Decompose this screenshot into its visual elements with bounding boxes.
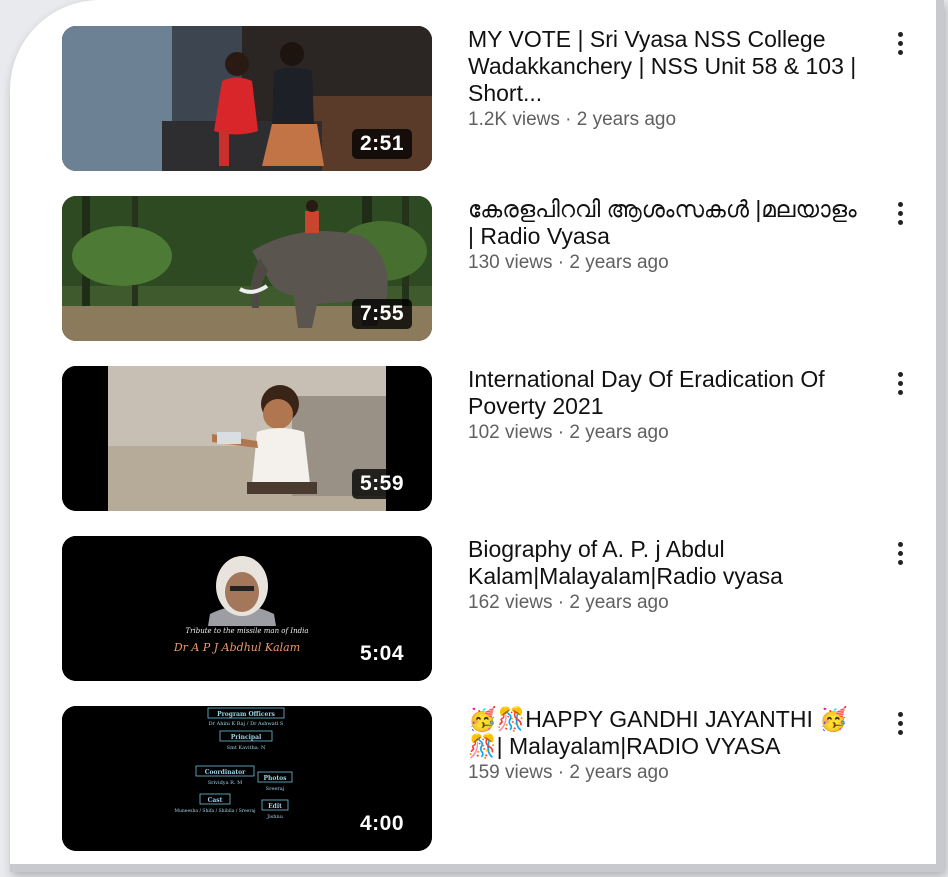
- credit-line: Dr Ahini K Raj / Dr Ashwati S: [209, 721, 284, 727]
- video-views: 102 views: [468, 422, 553, 443]
- video-age: 2 years ago: [569, 252, 669, 273]
- video-item[interactable]: 7:55 കേരളപിറവി ആശംസകൾ |മലയാളം | Radio Vy…: [62, 196, 912, 341]
- video-thumbnail[interactable]: 7:55: [62, 196, 432, 341]
- video-views: 159 views: [468, 762, 553, 783]
- meta-separator: ·: [552, 422, 570, 443]
- credit-heading: Principal: [231, 734, 262, 741]
- video-views: 1.2K views: [468, 109, 560, 130]
- more-options-icon[interactable]: [888, 708, 912, 738]
- thumbnail-name: Dr A P J Abdhul Kalam: [173, 641, 300, 654]
- credit-heading: Program Officers: [217, 711, 275, 718]
- video-meta: 1.2K views · 2 years ago: [468, 109, 858, 131]
- credit-heading: Cast: [208, 797, 223, 804]
- video-views: 130 views: [468, 252, 553, 273]
- video-meta: 162 views · 2 years ago: [468, 592, 858, 614]
- credit-heading: Coordinator: [205, 769, 246, 776]
- credit-line: Jishnu: [266, 814, 284, 820]
- video-age: 2 years ago: [569, 422, 669, 443]
- video-info: International Day Of Eradication Of Pove…: [468, 366, 858, 444]
- credit-line: Muneesha / Shifa / Shibila / Sreeraj: [174, 808, 255, 814]
- meta-separator: ·: [552, 252, 570, 273]
- video-meta: 130 views · 2 years ago: [468, 252, 858, 274]
- video-thumbnail[interactable]: Program Officers Dr Ahini K Raj / Dr Ash…: [62, 706, 432, 851]
- video-thumbnail[interactable]: Tribute to the missile man of India Dr A…: [62, 536, 432, 681]
- credit-line: Smt Kavitha. N: [227, 745, 266, 751]
- video-title[interactable]: 🥳🎊HAPPY GANDHI JAYANTHI 🥳🎊| Malayalam|RA…: [468, 706, 858, 760]
- more-options-icon[interactable]: [888, 368, 912, 398]
- video-thumbnail[interactable]: 2:51: [62, 26, 432, 171]
- video-title[interactable]: MY VOTE | Sri Vyasa NSS College Wadakkan…: [468, 26, 858, 107]
- video-duration: 2:51: [351, 129, 412, 159]
- video-list: 2:51 MY VOTE | Sri Vyasa NSS College Wad…: [10, 0, 936, 864]
- meta-separator: ·: [552, 592, 570, 613]
- video-age: 2 years ago: [576, 109, 677, 130]
- credit-line: Sreeraj: [266, 786, 285, 792]
- video-title[interactable]: കേരളപിറവി ആശംസകൾ |മലയാളം | Radio Vyasa: [468, 196, 858, 250]
- video-info: 🥳🎊HAPPY GANDHI JAYANTHI 🥳🎊| Malayalam|RA…: [468, 706, 858, 784]
- video-duration: 7:55: [351, 299, 412, 329]
- video-info: Biography of A. P. j Abdul Kalam|Malayal…: [468, 536, 858, 614]
- video-item[interactable]: 2:51 MY VOTE | Sri Vyasa NSS College Wad…: [62, 26, 912, 171]
- thumbnail-caption: Tribute to the missile man of India: [185, 627, 308, 635]
- video-meta: 102 views · 2 years ago: [468, 422, 858, 444]
- video-views: 162 views: [468, 592, 553, 613]
- video-duration: 5:59: [351, 469, 412, 499]
- credit-heading: Photos: [263, 775, 287, 782]
- more-options-icon[interactable]: [888, 198, 912, 228]
- video-list-panel: 2:51 MY VOTE | Sri Vyasa NSS College Wad…: [10, 0, 944, 872]
- video-info: കേരളപിറവി ആശംസകൾ |മലയാളം | Radio Vyasa 1…: [468, 196, 858, 274]
- title-part: 🥳🎊HAPPY GANDHI JAYANTHI: [468, 706, 813, 732]
- meta-separator: ·: [552, 762, 570, 783]
- video-info: MY VOTE | Sri Vyasa NSS College Wadakkan…: [468, 26, 858, 131]
- video-item[interactable]: Tribute to the missile man of India Dr A…: [62, 536, 912, 681]
- video-meta: 159 views · 2 years ago: [468, 762, 858, 784]
- video-duration: 4:00: [351, 809, 412, 839]
- meta-separator: ·: [559, 109, 577, 130]
- video-item[interactable]: 5:59 International Day Of Eradication Of…: [62, 366, 912, 511]
- video-title[interactable]: Biography of A. P. j Abdul Kalam|Malayal…: [468, 536, 858, 590]
- credit-heading: Edit: [268, 803, 282, 810]
- more-options-icon[interactable]: [888, 28, 912, 58]
- video-age: 2 years ago: [569, 592, 669, 613]
- video-item[interactable]: Program Officers Dr Ahini K Raj / Dr Ash…: [62, 706, 912, 851]
- video-thumbnail[interactable]: 5:59: [62, 366, 432, 511]
- video-age: 2 years ago: [569, 762, 669, 783]
- more-options-icon[interactable]: [888, 538, 912, 568]
- video-title[interactable]: International Day Of Eradication Of Pove…: [468, 366, 858, 420]
- video-duration: 5:04: [351, 639, 412, 669]
- credit-line: Srividya R. M: [208, 780, 243, 786]
